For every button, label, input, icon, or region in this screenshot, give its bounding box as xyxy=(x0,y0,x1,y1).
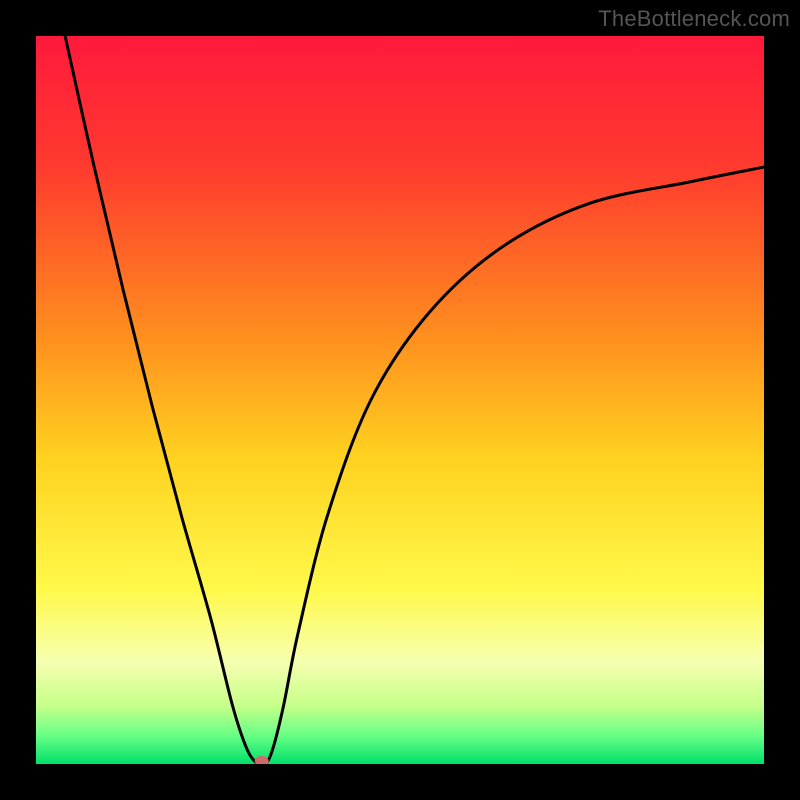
chart-frame: TheBottleneck.com xyxy=(0,0,800,800)
gradient-background xyxy=(36,36,764,764)
bottleneck-chart xyxy=(36,36,764,764)
watermark-text: TheBottleneck.com xyxy=(598,6,790,32)
plot-area xyxy=(36,36,764,764)
